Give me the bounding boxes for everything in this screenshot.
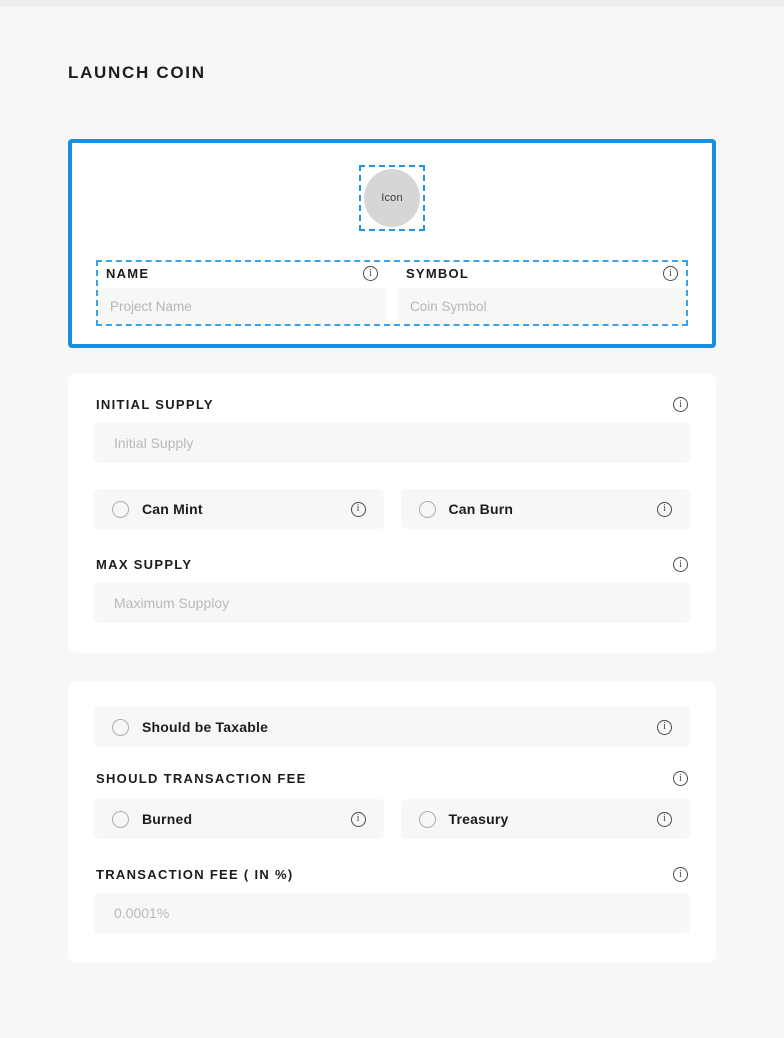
fee-percent-input[interactable] xyxy=(114,905,670,921)
radio-should-be-taxable[interactable] xyxy=(112,718,129,736)
radio-can-mint[interactable] xyxy=(112,500,129,518)
fee-percent-header: TRANSACTION FEE ( IN %) xyxy=(94,867,690,882)
name-input[interactable] xyxy=(110,298,374,314)
option-can-mint-label: Can Mint xyxy=(142,501,203,517)
name-input-wrapper[interactable] xyxy=(98,288,386,324)
initial-supply-header: INITIAL SUPPLY xyxy=(94,397,690,412)
option-should-be-taxable-label: Should be Taxable xyxy=(142,719,269,735)
transaction-fee-header: SHOULD TRANSACTION FEE xyxy=(94,771,690,786)
initial-supply-label: INITIAL SUPPLY xyxy=(96,397,214,412)
info-icon[interactable] xyxy=(657,501,672,517)
max-supply-input-wrapper[interactable] xyxy=(94,583,690,623)
name-field-header: NAME xyxy=(98,262,386,281)
max-supply-header: MAX SUPPLY xyxy=(94,557,690,572)
symbol-field-group: SYMBOL xyxy=(398,262,686,324)
option-should-be-taxable[interactable]: Should be Taxable xyxy=(94,707,690,747)
icon-upload-wrap: Icon xyxy=(72,165,712,231)
option-burned-label: Burned xyxy=(142,811,193,827)
max-supply-label: MAX SUPPLY xyxy=(96,557,193,572)
symbol-field-header: SYMBOL xyxy=(398,262,686,281)
fee-percent-input-wrapper[interactable] xyxy=(94,893,690,933)
fee-percent-label: TRANSACTION FEE ( IN %) xyxy=(96,867,294,882)
option-treasury[interactable]: Treasury xyxy=(400,799,690,839)
option-can-mint[interactable]: Can Mint xyxy=(94,489,384,529)
mint-burn-option-row: Can Mint Can Burn xyxy=(94,489,690,529)
option-can-burn[interactable]: Can Burn xyxy=(400,489,690,529)
burned-treasury-option-row: Burned Treasury xyxy=(94,799,690,839)
supply-card: INITIAL SUPPLY Can Mint Can Burn MAX SUP… xyxy=(68,373,716,653)
page-title: LAUNCH COIN xyxy=(68,63,206,82)
option-can-burn-label: Can Burn xyxy=(448,501,514,517)
icon-placeholder-circle[interactable]: Icon xyxy=(364,169,420,227)
info-icon[interactable] xyxy=(657,719,672,735)
info-icon[interactable] xyxy=(657,811,672,827)
info-icon[interactable] xyxy=(350,501,366,517)
browser-chrome-strip xyxy=(0,0,784,7)
symbol-input[interactable] xyxy=(410,298,674,314)
max-supply-input[interactable] xyxy=(114,595,670,611)
option-burned[interactable]: Burned xyxy=(94,799,384,839)
name-field-group: NAME xyxy=(98,262,386,324)
info-icon[interactable] xyxy=(673,771,688,786)
info-icon[interactable] xyxy=(350,811,366,827)
info-icon[interactable] xyxy=(363,266,378,281)
symbol-input-wrapper[interactable] xyxy=(398,288,686,324)
name-symbol-group: NAME SYMBOL xyxy=(96,260,688,326)
name-field-label: NAME xyxy=(106,266,150,281)
radio-burned[interactable] xyxy=(112,810,129,828)
tax-card: Should be Taxable SHOULD TRANSACTION FEE… xyxy=(68,681,716,963)
transaction-fee-label: SHOULD TRANSACTION FEE xyxy=(96,771,307,786)
info-icon[interactable] xyxy=(663,266,678,281)
initial-supply-input-wrapper[interactable] xyxy=(94,423,690,463)
option-treasury-label: Treasury xyxy=(448,811,509,827)
info-icon[interactable] xyxy=(673,867,688,882)
symbol-field-label: SYMBOL xyxy=(406,266,470,281)
radio-treasury[interactable] xyxy=(418,810,436,828)
info-icon[interactable] xyxy=(673,397,688,412)
radio-can-burn[interactable] xyxy=(418,500,436,518)
info-icon[interactable] xyxy=(673,557,688,572)
initial-supply-input[interactable] xyxy=(114,435,670,451)
page-container: LAUNCH COIN Icon NAME SYMBOL xyxy=(0,63,784,963)
identity-card: Icon NAME SYMBOL xyxy=(68,139,716,348)
icon-upload-dropzone[interactable]: Icon xyxy=(359,165,425,231)
